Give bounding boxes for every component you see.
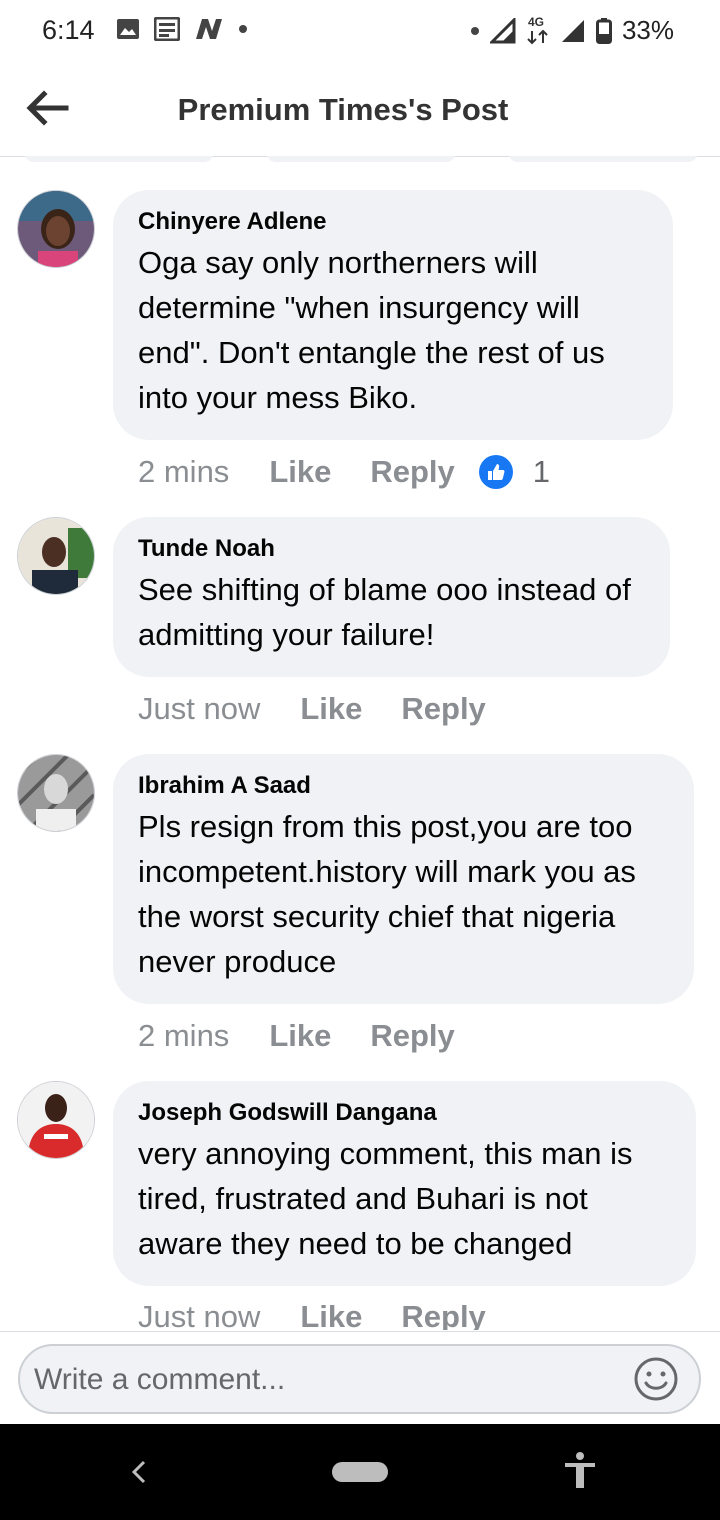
comment-list: Chinyere Adlene Oga say only northerners… <box>0 164 720 1330</box>
avatar-photo <box>18 518 94 594</box>
comment-input-wrapper[interactable] <box>18 1344 701 1414</box>
nav-home-pill[interactable] <box>332 1462 388 1482</box>
comment-author[interactable]: Tunde Noah <box>138 535 644 563</box>
comment-actions: 2 mins Like Reply 1 <box>138 454 550 490</box>
comment-text: Oga say only northerners will determine … <box>138 245 605 415</box>
comment-actions: Just now Like Reply <box>138 691 510 727</box>
reply-button[interactable]: Reply <box>370 1018 454 1054</box>
peek-button <box>508 156 698 162</box>
comment-text: Pls resign from this post,you are too in… <box>138 809 636 979</box>
signal-icon <box>561 19 584 42</box>
comment-time: Just now <box>138 1299 261 1330</box>
status-left-icons <box>116 17 248 41</box>
reaction-row-peek <box>0 156 720 164</box>
avatar[interactable] <box>17 190 95 268</box>
network-type: 4G <box>527 14 544 29</box>
avatar-photo <box>18 191 94 267</box>
reply-button[interactable]: Reply <box>401 691 485 727</box>
status-right-icons: 4G 33% <box>470 15 674 46</box>
peek-button <box>266 156 456 162</box>
image-icon <box>117 19 139 39</box>
like-button[interactable]: Like <box>300 1299 362 1330</box>
status-time: 6:14 <box>42 15 95 45</box>
reaction-count: 1 <box>532 454 551 489</box>
avatar[interactable] <box>17 517 95 595</box>
comment-bubble: Tunde Noah See shifting of blame ooo ins… <box>113 517 670 677</box>
peek-button <box>24 156 214 162</box>
status-bar: 6:14 4G 33% <box>0 0 720 62</box>
comment-bubble: Joseph Godswill Dangana very annoying co… <box>113 1081 696 1286</box>
reply-button[interactable]: Reply <box>401 1299 485 1330</box>
avatar-photo <box>18 755 94 831</box>
comment-bubble: Chinyere Adlene Oga say only northerners… <box>113 190 673 440</box>
signal-icon <box>489 17 516 43</box>
smiley-icon[interactable] <box>633 1356 679 1402</box>
comment-time: 2 mins <box>138 1018 230 1053</box>
battery-icon <box>595 17 612 44</box>
avatar-photo <box>18 1082 94 1158</box>
battery-percentage: 33% <box>621 15 674 45</box>
avatar[interactable] <box>17 1081 95 1159</box>
dot-icon <box>470 26 479 35</box>
comment-author[interactable]: Joseph Godswill Dangana <box>138 1099 670 1127</box>
reply-button[interactable]: Reply <box>370 454 454 490</box>
like-button[interactable]: Like <box>269 1018 331 1054</box>
news-icon <box>154 17 180 41</box>
page-title: Premium Times's Post <box>177 92 509 127</box>
avatar[interactable] <box>17 754 95 832</box>
like-button[interactable]: Like <box>269 454 331 490</box>
dot-icon <box>239 25 247 33</box>
comment-text: See shifting of blame ooo instead of adm… <box>138 572 631 652</box>
comment-author[interactable]: Chinyere Adlene <box>138 208 647 236</box>
comment-actions: Just now Like Reply <box>138 1299 510 1330</box>
like-button[interactable]: Like <box>300 691 362 727</box>
comment-time: 2 mins <box>138 454 230 489</box>
comment-composer <box>0 1331 720 1425</box>
n-app-icon <box>196 19 222 39</box>
comment-author[interactable]: Ibrahim A Saad <box>138 772 668 800</box>
comment-bubble: Ibrahim A Saad Pls resign from this post… <box>113 754 694 1004</box>
comment-input[interactable] <box>32 1358 616 1402</box>
nav-back-icon[interactable] <box>126 1454 152 1490</box>
data-arrows-icon: 4G <box>526 14 550 45</box>
comment-text: very annoying comment, this man is tired… <box>138 1136 633 1261</box>
accessibility-icon[interactable] <box>560 1450 600 1490</box>
app-header: Premium Times's Post <box>0 62 720 157</box>
thumbs-up-icon[interactable] <box>478 455 513 489</box>
system-nav-bar <box>0 1424 720 1520</box>
comment-actions: 2 mins Like Reply <box>138 1018 479 1054</box>
comment-time: Just now <box>138 691 261 726</box>
